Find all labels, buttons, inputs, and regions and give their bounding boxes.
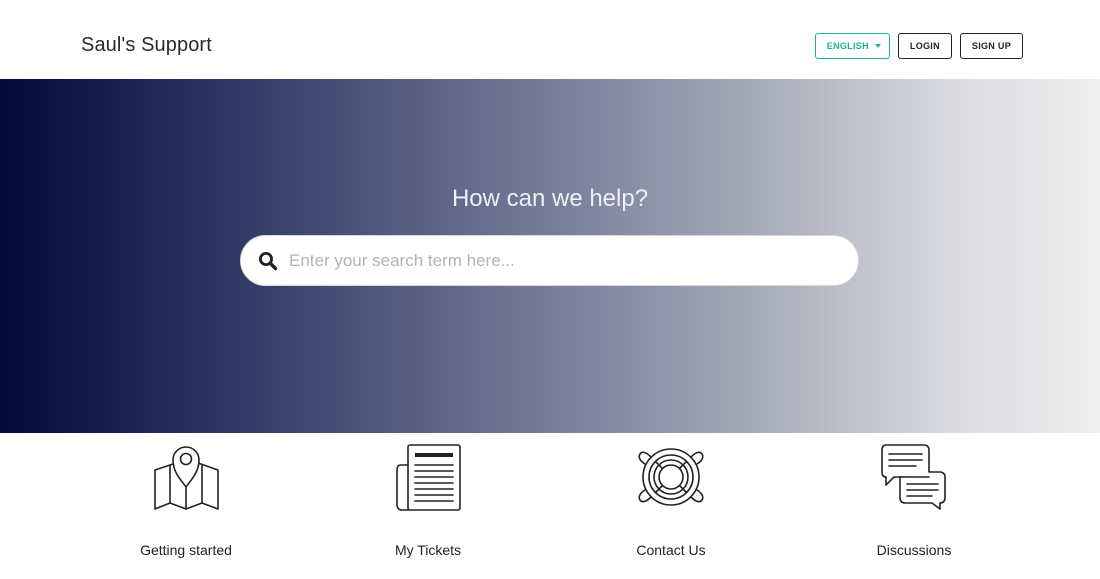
search-icon [259,252,278,271]
caret-down-icon [874,44,881,48]
hero-banner: How can we help? [0,79,1100,433]
category-label: Contact Us [636,542,706,558]
category-list: Getting started My Tickets Contact Us Di… [0,433,1100,579]
document-icon [396,444,461,511]
language-label: ENGLISH [826,41,869,51]
language-select-button[interactable]: ENGLISH [814,33,890,59]
category-getting-started[interactable]: Getting started [96,443,276,567]
hero-title: How can we help? [451,185,649,212]
category-discussions[interactable]: Discussions [824,443,1004,567]
category-label: Getting started [140,542,232,558]
category-contact-us[interactable]: Contact Us [581,443,761,567]
chat-bubbles-icon [881,444,946,510]
search-box[interactable] [240,235,859,286]
header-actions: ENGLISH LOGIN SIGN UP [814,33,1023,59]
category-my-tickets[interactable]: My Tickets [338,443,518,567]
lifebuoy-icon [638,448,704,506]
search-input[interactable] [289,236,829,285]
category-label: My Tickets [394,542,462,558]
brand-title[interactable]: Saul's Support [81,33,212,57]
signup-button[interactable]: SIGN UP [959,33,1023,59]
category-label: Discussions [876,542,952,558]
login-button[interactable]: LOGIN [897,33,952,59]
site-header: Saul's Support ENGLISH LOGIN SIGN UP [0,0,1100,79]
map-pin-icon [154,446,219,510]
